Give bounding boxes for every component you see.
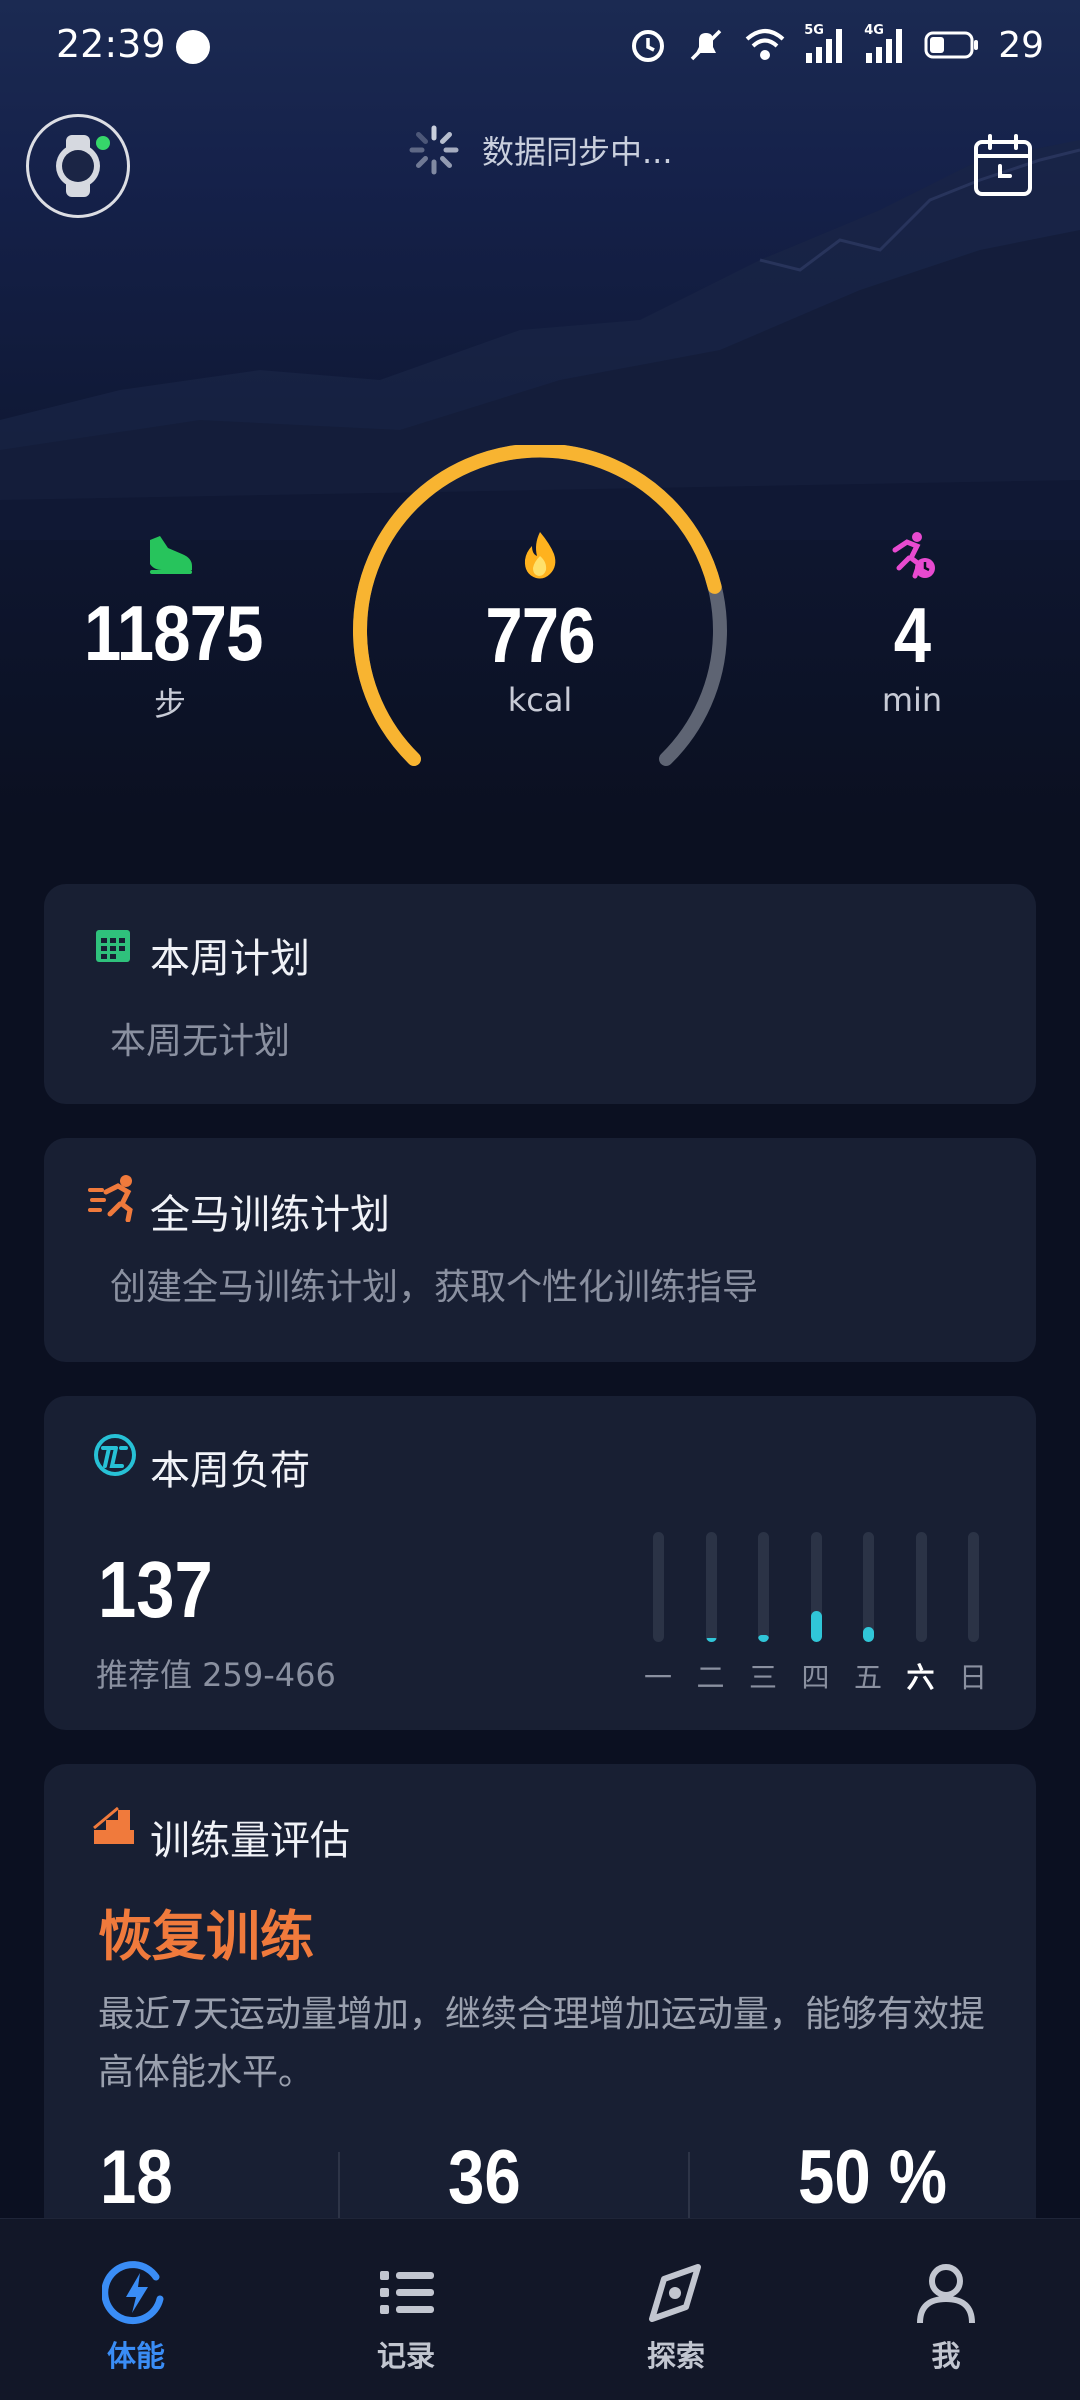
nav-item-fitness[interactable]: 体能 bbox=[66, 2259, 206, 2379]
running-icon bbox=[88, 1175, 133, 1222]
load-bar-fill bbox=[758, 1635, 769, 1642]
calories-value: 776 bbox=[485, 591, 595, 679]
load-bar-day: 日 bbox=[953, 1532, 993, 1694]
compass-icon bbox=[649, 2264, 701, 2322]
nav-label-fitness: 体能 bbox=[106, 2339, 165, 2373]
training-description: 最近7天运动量增加，继续合理增加运动量，能够有效提高体能水平。 bbox=[98, 1994, 985, 2093]
training-assessment-card[interactable]: 训练量评估 恢复训练 最近7天运动量增加，继续合理增加运动量，能够有效提高体能水… bbox=[44, 1764, 1036, 2284]
load-bar-track bbox=[810, 1532, 822, 1642]
load-bar-day: 三 bbox=[743, 1532, 783, 1694]
load-bar-label: 五 bbox=[853, 1661, 882, 1694]
training-load-icon bbox=[94, 1434, 136, 1476]
signal-4g-icon: 4G bbox=[864, 23, 906, 65]
status-time: 22:39 bbox=[56, 22, 166, 66]
list-icon bbox=[380, 2271, 434, 2314]
calories-unit: kcal bbox=[507, 681, 573, 719]
steps-unit: 步 bbox=[153, 685, 186, 723]
weekly-plan-card[interactable]: 本周计划 本周无计划 bbox=[44, 884, 1036, 1104]
loading-spinner-icon bbox=[409, 125, 459, 175]
load-bar-day: 二 bbox=[691, 1532, 731, 1694]
weekly-load-recommended: 推荐值 259-466 bbox=[96, 1656, 336, 1694]
steps-stat[interactable]: 11875 步 bbox=[70, 530, 270, 725]
load-bar-day: 五 bbox=[848, 1532, 888, 1694]
nav-item-records[interactable]: 记录 bbox=[336, 2259, 476, 2379]
nav-item-me[interactable]: 我 bbox=[876, 2259, 1016, 2379]
load-bar-label: 一 bbox=[643, 1661, 672, 1694]
stairs-chart-icon bbox=[93, 1806, 134, 1844]
running-clock-icon bbox=[892, 532, 935, 579]
load-bar-label: 四 bbox=[801, 1661, 830, 1694]
load-bar-track bbox=[863, 1532, 874, 1642]
nav-item-explore[interactable]: 探索 bbox=[606, 2259, 746, 2379]
load-bar-track bbox=[915, 1532, 927, 1642]
sync-status: 数据同步中... bbox=[408, 124, 673, 176]
load-bar-track bbox=[968, 1532, 979, 1642]
load-bar-fill bbox=[705, 1638, 717, 1642]
load-bar-label: 三 bbox=[748, 1661, 777, 1694]
watch-device-button[interactable] bbox=[26, 114, 130, 218]
person-icon bbox=[917, 2264, 975, 2324]
active-minutes-stat[interactable]: 4 min bbox=[812, 530, 1012, 719]
nav-label-me: 我 bbox=[931, 2339, 961, 2373]
status-icons: 5G 4G 29 bbox=[628, 20, 1044, 70]
training-status: 恢复训练 bbox=[98, 1905, 314, 1968]
load-bar-day: 四 bbox=[796, 1532, 836, 1694]
load-bar-label: 日 bbox=[958, 1661, 987, 1694]
battery-icon bbox=[924, 31, 979, 59]
load-bar-fill bbox=[810, 1611, 822, 1642]
sync-text: 数据同步中... bbox=[482, 133, 673, 171]
active-minutes-value: 4 bbox=[893, 591, 931, 679]
calendar-clock-icon bbox=[974, 134, 1032, 196]
signal-5g-icon: 5G bbox=[804, 23, 846, 65]
weekly-plan-title: 本周计划 bbox=[150, 936, 310, 982]
marathon-plan-title: 全马训练计划 bbox=[150, 1192, 390, 1238]
load-bar-track bbox=[758, 1532, 769, 1642]
training-number-3: 50 % bbox=[798, 2135, 947, 2220]
load-bar-label: 二 bbox=[696, 1661, 725, 1694]
active-minutes-unit: min bbox=[881, 681, 943, 719]
watch-icon bbox=[56, 135, 110, 197]
weekly-load-bars: 一二三四五六日 bbox=[638, 1532, 998, 1694]
shoe-icon bbox=[150, 536, 192, 574]
mute-icon bbox=[690, 29, 722, 61]
notification-dot-icon bbox=[176, 30, 210, 64]
alarm-icon bbox=[632, 30, 665, 62]
weekly-load-value: 137 bbox=[98, 1545, 213, 1634]
load-bar-track bbox=[653, 1532, 664, 1642]
load-bar-track bbox=[705, 1532, 717, 1642]
calendar-button[interactable] bbox=[972, 132, 1034, 198]
lightning-circle-icon bbox=[102, 2261, 164, 2325]
load-bar-fill bbox=[863, 1627, 874, 1642]
training-number-2: 36 bbox=[448, 2135, 521, 2220]
training-number-1: 18 bbox=[100, 2135, 173, 2220]
status-bar: 22:39 5G 4G 29 bbox=[0, 0, 1080, 92]
calendar-grid-icon bbox=[96, 930, 130, 962]
load-bar-label: 六 bbox=[906, 1661, 935, 1694]
battery-level: 29 bbox=[998, 24, 1044, 66]
training-assessment-title: 训练量评估 bbox=[150, 1818, 350, 1864]
load-bar-day: 一 bbox=[638, 1532, 678, 1694]
weekly-load-title: 本周负荷 bbox=[150, 1448, 310, 1494]
bottom-navigation: 体能 记录 探索 我 bbox=[0, 2218, 1080, 2400]
steps-value: 11875 bbox=[84, 589, 263, 677]
flame-icon bbox=[524, 532, 556, 579]
calories-stat[interactable]: 776 kcal bbox=[440, 530, 640, 719]
weekly-plan-subtitle: 本周无计划 bbox=[110, 1021, 291, 1062]
nav-label-records: 记录 bbox=[376, 2339, 435, 2373]
load-bar-day: 六 bbox=[901, 1532, 941, 1694]
nav-label-explore: 探索 bbox=[646, 2339, 705, 2373]
wifi-icon bbox=[745, 29, 785, 60]
marathon-plan-subtitle: 创建全马训练计划，获取个性化训练指导 bbox=[110, 1267, 759, 1308]
marathon-plan-card[interactable]: 全马训练计划 创建全马训练计划，获取个性化训练指导 bbox=[44, 1138, 1036, 1362]
weekly-load-card[interactable]: 本周负荷 137 推荐值 259-466 一二三四五六日 bbox=[44, 1396, 1036, 1730]
